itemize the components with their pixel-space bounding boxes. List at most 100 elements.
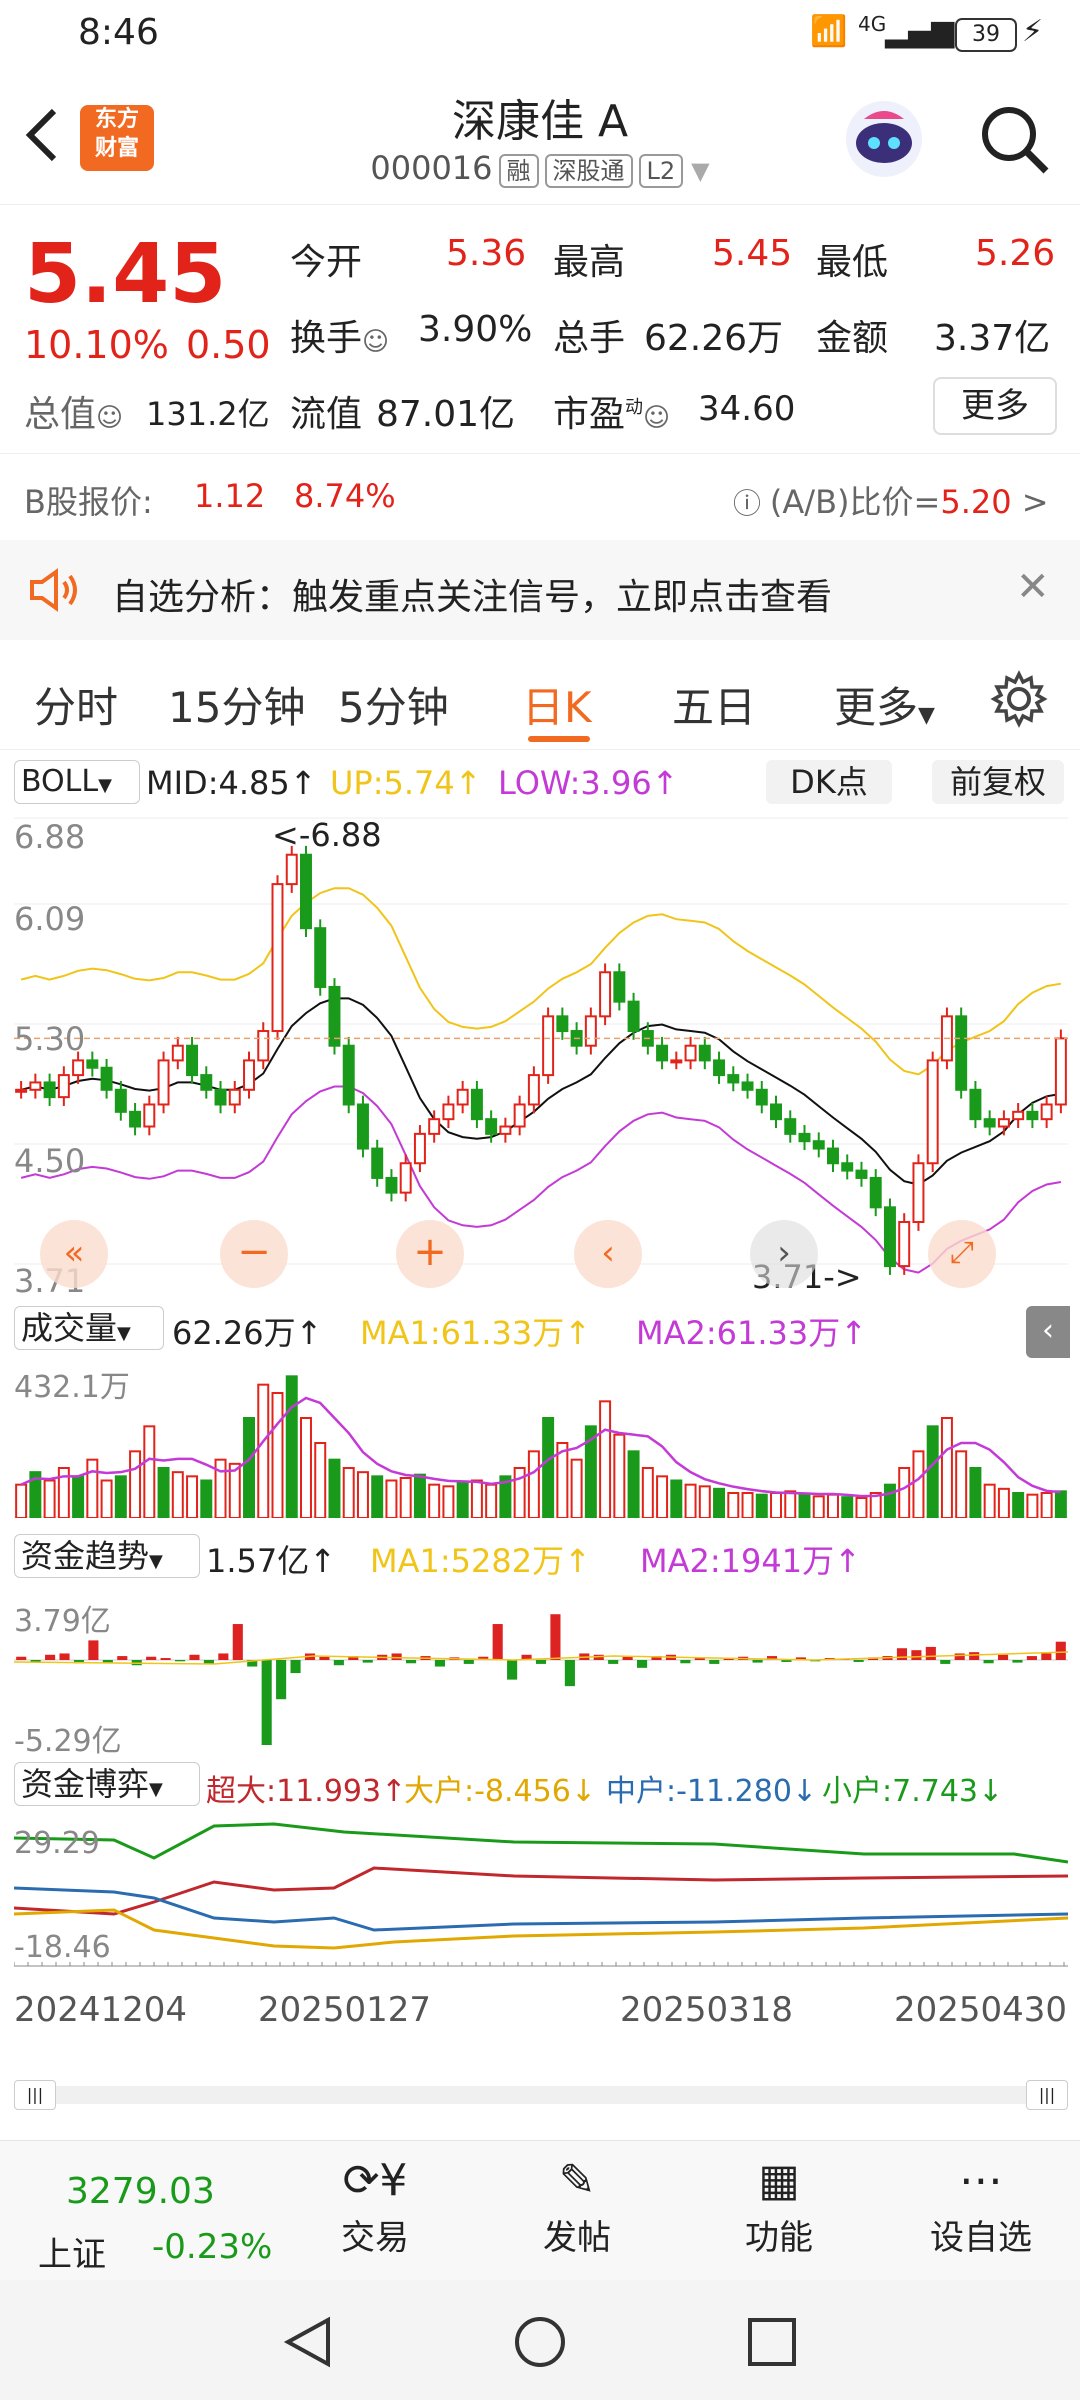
candle-body xyxy=(371,1147,384,1179)
fund-bar xyxy=(608,1660,619,1664)
network-type: 4G xyxy=(858,12,887,36)
volume-bar xyxy=(570,1458,583,1518)
candle-body xyxy=(812,1140,825,1150)
candle-body xyxy=(129,1110,142,1128)
dk-button[interactable]: DK点 xyxy=(766,760,892,804)
turnover-label: 换手☺ xyxy=(290,318,390,359)
volume-bar xyxy=(627,1450,640,1518)
index-name[interactable]: 上证 xyxy=(38,2227,106,2276)
index-value[interactable]: 3279.03 xyxy=(66,2171,215,2212)
fund-game-chart[interactable] xyxy=(14,1818,1068,1968)
volume-bar xyxy=(599,1400,612,1518)
system-recents-icon[interactable] xyxy=(744,2314,800,2370)
boll-low: LOW:3.96↑ xyxy=(498,764,679,802)
scrollbar-left-handle[interactable]: ||| xyxy=(14,2080,56,2110)
scrollbar-right-handle[interactable]: ||| xyxy=(1026,2080,1068,2110)
status-bar: 8:46 📶 4G ▂▄▆ 39 ⚡ xyxy=(0,0,1080,75)
pe-label: 市盈动☺ xyxy=(553,394,671,435)
scroll-left-button[interactable]: ‹ xyxy=(574,1220,642,1288)
system-home-icon[interactable] xyxy=(512,2314,568,2370)
volume-bar xyxy=(428,1483,441,1518)
candle-body xyxy=(883,1206,896,1268)
current-price: 5.45 xyxy=(24,227,227,322)
mktcap-label: 总值☺ xyxy=(24,394,124,435)
analysis-banner[interactable]: 自选分析：触发重点关注信号，立即点击查看 ✕ xyxy=(0,540,1080,640)
divider xyxy=(0,453,1080,454)
candle-body xyxy=(285,853,298,886)
fund-bar xyxy=(333,1660,344,1666)
volume-bar xyxy=(969,1467,982,1518)
fund-bar xyxy=(637,1660,648,1668)
tab-5min[interactable]: 5分钟 xyxy=(338,674,449,735)
fullscreen-icon[interactable]: ⤢ xyxy=(928,1220,996,1288)
volume-select[interactable]: 成交量▼ xyxy=(14,1306,164,1350)
pe-value: 34.60 xyxy=(698,389,796,429)
fund-trend-chart[interactable] xyxy=(14,1590,1068,1750)
zoom-in-button[interactable]: + xyxy=(396,1220,464,1288)
fund-trend-select[interactable]: 资金趋势▼ xyxy=(14,1534,200,1578)
volume-bar xyxy=(143,1425,156,1518)
fund-bar xyxy=(319,1656,330,1660)
volume-bar xyxy=(784,1490,797,1518)
volume-bar xyxy=(883,1483,896,1518)
function-button[interactable]: ▦ 功能 xyxy=(734,2155,824,2259)
tab-15min[interactable]: 15分钟 xyxy=(168,674,305,735)
robot-assistant-icon[interactable] xyxy=(842,97,926,181)
candle-body xyxy=(57,1074,70,1099)
scroll-left-fast-button[interactable]: « xyxy=(40,1220,108,1288)
date-label-1: 20241204 xyxy=(14,1990,188,2030)
tab-daily-k[interactable]: 日K xyxy=(522,674,592,735)
volume-bar xyxy=(940,1417,953,1518)
fund-bar xyxy=(434,1660,445,1667)
candle-body xyxy=(243,1059,255,1091)
zoom-out-button[interactable]: − xyxy=(220,1220,288,1288)
candle-body xyxy=(713,1059,726,1077)
volume-bar xyxy=(271,1392,284,1518)
more-button[interactable]: 更多 xyxy=(933,377,1057,435)
adjust-button[interactable]: 前复权 xyxy=(932,760,1064,804)
volume-bar xyxy=(1040,1492,1053,1518)
tab-intraday[interactable]: 分时 xyxy=(34,674,118,735)
ab-ratio[interactable]: ⓘ (A/B)比价=5.20 > xyxy=(733,477,1049,523)
post-button[interactable]: ✎ 发帖 xyxy=(532,2155,622,2259)
tab-five-day[interactable]: 五日 xyxy=(672,674,756,735)
volume-bar xyxy=(72,1475,85,1518)
candle-body xyxy=(798,1132,811,1143)
boll-select[interactable]: BOLL▼ xyxy=(14,760,140,804)
candle-body xyxy=(29,1081,42,1091)
scroll-right-button[interactable]: › xyxy=(750,1220,818,1288)
close-icon[interactable]: ✕ xyxy=(1016,564,1050,610)
volume-bar xyxy=(741,1492,754,1518)
price-chart[interactable] xyxy=(14,814,1068,1294)
candle-body xyxy=(314,927,327,988)
high-annotation: <-6.88 xyxy=(272,816,382,854)
volume-bar xyxy=(513,1467,526,1518)
fund-bar xyxy=(535,1660,547,1664)
timeline-scrollbar[interactable]: ||| ||| xyxy=(14,2080,1068,2110)
candle-body xyxy=(1040,1103,1053,1121)
settings-gear-icon[interactable] xyxy=(990,670,1048,728)
trade-button[interactable]: ⟳¥ 交易 xyxy=(330,2155,420,2259)
system-back-icon[interactable] xyxy=(280,2314,336,2370)
volume-bar xyxy=(171,1471,184,1518)
volume-chart[interactable] xyxy=(14,1358,1068,1518)
fund-game-select[interactable]: 资金博弈▼ xyxy=(14,1762,200,1806)
trade-icon: ⟳¥ xyxy=(342,2155,408,2206)
b-share-price: 1.12 xyxy=(194,477,266,515)
signal-icon: ▂▄▆ xyxy=(885,14,955,49)
game-axis-top: 29.29 xyxy=(14,1826,100,1861)
game-mid: 中户:-11.280↓ xyxy=(606,1774,818,1809)
candle-body xyxy=(15,1088,28,1093)
candle-body xyxy=(1012,1110,1025,1121)
tab-more[interactable]: 更多▼ xyxy=(834,674,935,735)
search-icon[interactable] xyxy=(978,103,1050,175)
game-line xyxy=(14,1822,1068,1864)
fund-value: 1.57亿↑ xyxy=(206,1542,337,1580)
low-value: 5.26 xyxy=(975,233,1056,274)
volume-bar xyxy=(698,1485,711,1518)
volume-bar xyxy=(912,1450,925,1518)
side-panel-toggle[interactable]: ‹ xyxy=(1026,1306,1070,1358)
index-pct[interactable]: -0.23% xyxy=(152,2227,272,2267)
dropdown-icon[interactable]: ▼ xyxy=(691,157,709,185)
add-watchlist-button[interactable]: ⋯ 设自选 xyxy=(916,2155,1046,2259)
